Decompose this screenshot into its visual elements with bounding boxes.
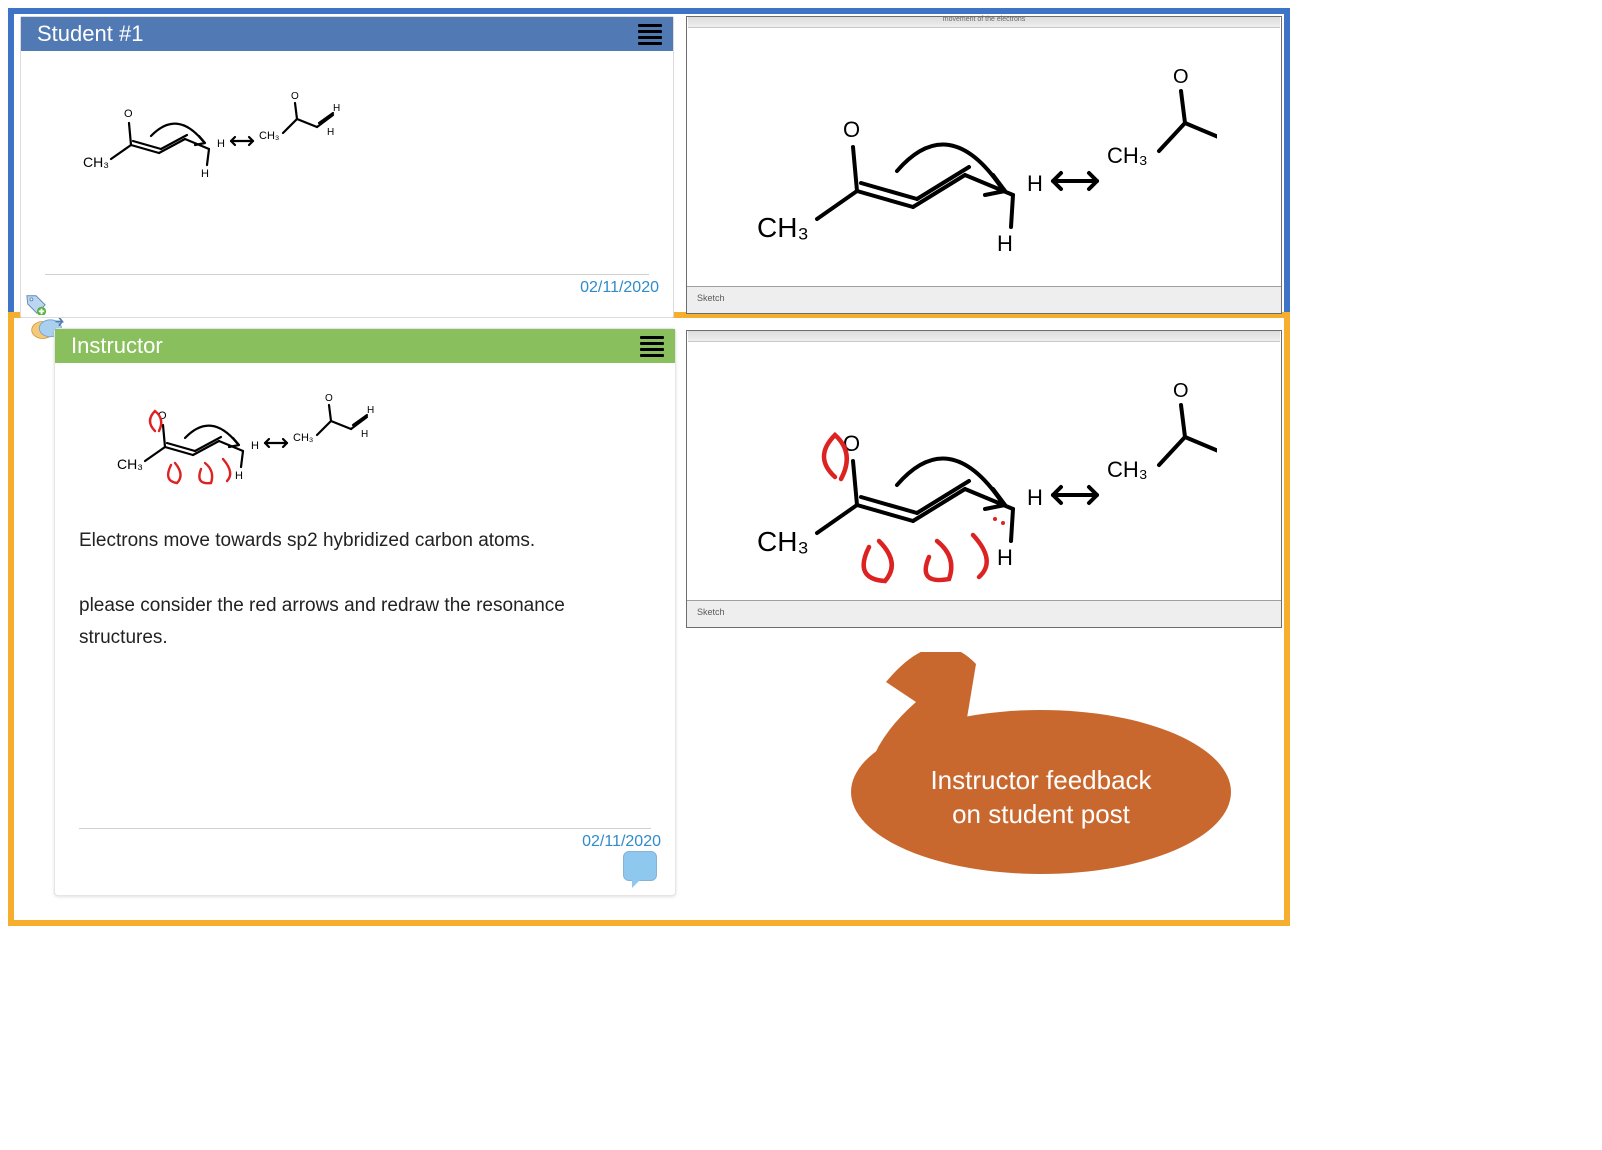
student-post: Student #1 CH₃ O H H: [20, 16, 674, 318]
instructor-molecule-large: CH₃ O H H CH₃ O: [757, 361, 1217, 591]
instructor-post-date: 02/11/2020: [582, 833, 661, 851]
svg-text:H: H: [327, 127, 334, 138]
svg-text:CH₃: CH₃: [259, 130, 279, 142]
instructor-post: Instructor CH₃ O H H: [54, 328, 676, 896]
callout-line1: Instructor feedback: [826, 764, 1256, 798]
instructor-post-title: Instructor: [71, 333, 163, 359]
svg-text:CH₃: CH₃: [83, 154, 109, 170]
svg-text:H: H: [201, 168, 209, 180]
student-post-date: 02/11/2020: [580, 279, 659, 297]
hamburger-icon[interactable]: [639, 336, 665, 357]
student-molecule-large: CH₃ O H H CH₃ O: [757, 47, 1217, 277]
instructor-post-header[interactable]: Instructor: [55, 329, 675, 363]
svg-text:H: H: [997, 545, 1013, 570]
instructor-sketch-preview[interactable]: CH₃ O H H CH₃ O: [686, 330, 1282, 628]
svg-text:H: H: [997, 231, 1013, 256]
svg-text:O: O: [325, 393, 333, 404]
svg-text:O: O: [1173, 66, 1189, 88]
instructor-body-line1: Electrons move towards sp2 hybridized ca…: [79, 525, 651, 557]
preview-footer: Sketch: [687, 600, 1281, 627]
tag-add-icon[interactable]: [25, 293, 47, 315]
svg-text:H: H: [367, 405, 374, 416]
instructor-molecule-sketch: CH₃ O H H CH₃: [115, 373, 375, 503]
instructor-sketch[interactable]: CH₃ O H H CH₃: [55, 363, 675, 513]
callout: Instructor feedback on student post: [826, 652, 1256, 876]
svg-text:H: H: [235, 470, 243, 482]
svg-text:O: O: [291, 91, 299, 102]
svg-text:CH₃: CH₃: [757, 526, 809, 557]
svg-text:O: O: [1173, 380, 1189, 402]
student-post-title: Student #1: [37, 21, 143, 47]
student-molecule-sketch: CH₃ O H H: [81, 81, 341, 201]
callout-line2: on student post: [826, 798, 1256, 832]
preview-toolbar: [688, 331, 1280, 342]
student-post-header[interactable]: Student #1: [21, 17, 673, 51]
svg-text:CH₃: CH₃: [1107, 143, 1148, 168]
svg-text:H: H: [1027, 485, 1043, 510]
preview-footer: Sketch: [687, 286, 1281, 313]
svg-text:H: H: [251, 440, 259, 452]
instructor-body-line2: please consider the red arrows and redra…: [79, 590, 651, 655]
svg-text:H: H: [1027, 171, 1043, 196]
svg-text:O: O: [124, 108, 133, 120]
comment-bubble-icon[interactable]: [623, 851, 657, 881]
student-sketch-preview[interactable]: movement of the electrons CH₃ O H H: [686, 16, 1282, 314]
sketch-label: Sketch: [697, 293, 725, 303]
svg-text:H: H: [333, 103, 340, 114]
svg-text:CH₃: CH₃: [757, 212, 809, 243]
divider: [45, 274, 649, 275]
student-sketch[interactable]: CH₃ O H H: [21, 51, 673, 251]
svg-text:O: O: [843, 117, 860, 142]
svg-text:CH₃: CH₃: [117, 456, 143, 472]
figure-stage: Student #1 CH₃ O H H: [8, 8, 1290, 928]
hamburger-icon[interactable]: [637, 24, 663, 45]
svg-text:H: H: [217, 138, 225, 150]
preview-tiny-label: movement of the electrons: [943, 16, 1026, 23]
svg-text:H: H: [361, 429, 368, 440]
svg-text:CH₃: CH₃: [1107, 457, 1148, 482]
sketch-label: Sketch: [697, 607, 725, 617]
divider: [79, 828, 651, 829]
svg-text:CH₃: CH₃: [293, 432, 313, 444]
